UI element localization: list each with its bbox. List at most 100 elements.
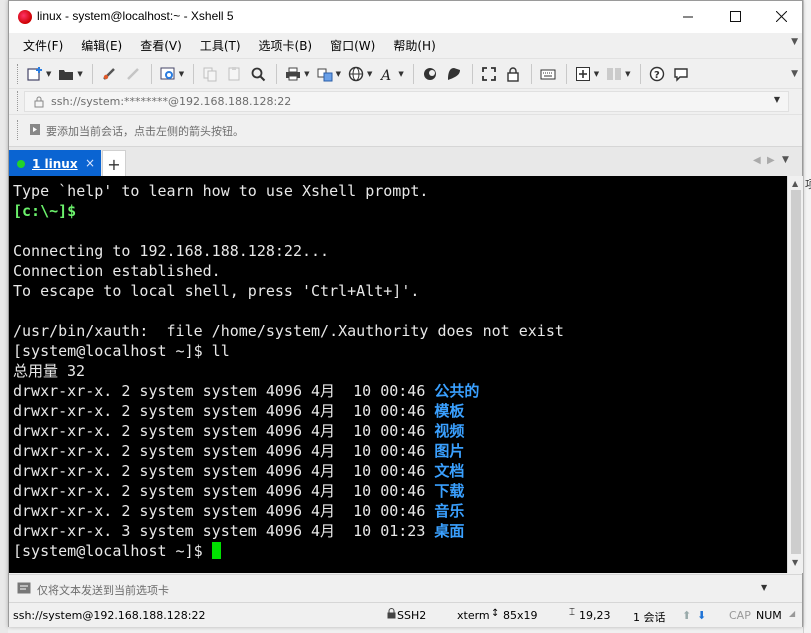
reconnect-button[interactable] [98,63,120,85]
paste-button[interactable] [223,63,245,85]
scrollbar-thumb[interactable] [791,190,801,554]
file-transfer-button[interactable] [314,63,336,85]
copy-button[interactable] [199,63,221,85]
compose-icon[interactable] [17,581,31,595]
resize-grip-icon[interactable]: ◢ [789,609,795,618]
tile-icon [607,67,622,80]
maximize-button[interactable] [712,1,758,31]
new-session-button[interactable] [24,63,46,85]
scroll-down-icon[interactable]: ▼ [792,558,798,567]
chevron-down-icon[interactable]: ▼ [625,70,630,78]
session-tip-text: 要添加当前会话，点击左侧的箭头按钮。 [46,125,244,138]
language-button[interactable] [345,63,367,85]
lock-icon [507,66,519,82]
chevron-down-icon[interactable]: ▼ [304,70,309,78]
tab-list-dropdown-icon[interactable]: ▼ [782,155,789,165]
terminal-line-text: drwxr-xr-x. 2 system system 4096 4月 10 0… [13,482,435,500]
address-text: ssh://system:********@192.168.188.128:22 [51,95,292,108]
chevron-down-icon[interactable]: ▼ [336,70,341,78]
open-session-button[interactable] [55,63,77,85]
menu-edit[interactable]: 编辑(E) [79,35,124,56]
tab-scroll-right-icon[interactable]: ▶ [767,155,775,166]
menu-tools[interactable]: 工具(T) [198,35,243,56]
terminal-scrollbar[interactable]: ▲ ▼ [787,176,803,573]
print-button[interactable] [282,63,304,85]
chevron-down-icon[interactable]: ▼ [594,70,599,78]
address-field[interactable]: ssh://system:********@192.168.188.128:22… [24,91,789,112]
close-window-button[interactable] [758,1,804,31]
fullscreen-icon [481,66,496,81]
new-tab-button[interactable] [572,63,594,85]
toolbar-separator [471,63,473,84]
font-button[interactable]: A [376,63,398,85]
printer-icon [286,67,301,80]
compose-dropdown-icon[interactable]: ▼ [761,583,767,592]
directory-name: 文档 [434,462,465,480]
toolbar: ▼ ▼ ▼ ▼ ▼ ▼ A ▼ ▼ ▼ ? ▼ [9,58,802,88]
background-window-right: 项 [803,0,811,633]
status-caps-lock: CAP [729,609,751,622]
chevron-down-icon[interactable]: ▼ [77,70,82,78]
menu-window[interactable]: 窗口(W) [328,35,377,56]
toolbar-separator [565,63,567,84]
directory-name: 下载 [434,482,465,500]
help-button[interactable]: ? [646,63,668,85]
menu-overflow-icon[interactable]: ▼ [791,37,798,47]
menu-file[interactable]: 文件(F) [21,35,65,56]
terminal-line-text: drwxr-xr-x. 2 system system 4096 4月 10 0… [13,382,435,400]
feedback-button[interactable] [670,63,692,85]
paste-icon [228,66,240,80]
chevron-down-icon[interactable]: ▼ [46,70,51,78]
xshell-app-icon[interactable] [18,10,32,24]
title-bar[interactable]: linux - system@localhost:~ - Xshell 5 [9,1,802,33]
menu-tabs[interactable]: 选项卡(B) [257,35,315,56]
find-button[interactable] [247,63,269,85]
tab-close-icon[interactable]: × [85,156,95,170]
lock-icon [34,96,44,108]
tile-tabs-button[interactable] [603,63,625,85]
toolbar-separator [639,63,641,84]
keyboard-icon [540,69,556,79]
terminal-line: /usr/bin/xauth: file /home/system/.Xauth… [13,321,564,341]
xftp-icon [423,67,436,80]
menu-help[interactable]: 帮助(H) [391,35,437,56]
xftp-button[interactable] [419,63,441,85]
toolbar-grip[interactable] [17,63,20,84]
add-session-arrow-icon[interactable] [29,123,41,136]
svg-text:?: ? [654,70,660,81]
terminal-line-text: drwxr-xr-x. 2 system system 4096 4月 10 0… [13,442,435,460]
terminal-line: Connecting to 192.168.188.128:22... [13,241,564,261]
properties-button[interactable] [157,63,179,85]
chevron-down-icon[interactable]: ▼ [398,70,403,78]
terminal-line-text: [c:\~]$ [13,202,77,220]
terminal-screen[interactable]: Type `help' to learn how to use Xshell p… [9,176,787,573]
lock-button[interactable] [502,63,524,85]
compose-bar[interactable]: 仅将文本发送到当前选项卡 ▼ [9,574,802,601]
toolbar-overflow-icon[interactable]: ▼ [791,69,798,79]
terminal-line: drwxr-xr-x. 2 system system 4096 4月 10 0… [13,381,564,401]
xmanager-button[interactable] [443,63,465,85]
disconnect-button[interactable] [122,63,144,85]
address-bar-grip[interactable] [17,91,20,111]
terminal-line: drwxr-xr-x. 2 system system 4096 4月 10 0… [13,401,564,421]
chevron-down-icon[interactable]: ▼ [179,70,184,78]
tab-linux[interactable]: 1 linux × [9,150,101,178]
window-title: linux - system@localhost:~ - Xshell 5 [37,9,234,23]
add-tab-button[interactable]: + [102,150,126,178]
tab-scroll-left-icon[interactable]: ◀ [753,155,761,166]
toolbar-separator [276,63,278,84]
compose-input[interactable]: 仅将文本发送到当前选项卡 [37,582,169,598]
chevron-down-icon[interactable]: ▼ [367,70,372,78]
tip-bar-grip[interactable] [17,120,20,140]
fullscreen-button[interactable] [478,63,500,85]
menu-bar: 文件(F) 编辑(E) 查看(V) 工具(T) 选项卡(B) 窗口(W) 帮助(… [9,33,802,57]
scroll-up-icon[interactable]: ▲ [792,179,798,188]
keyboard-button[interactable] [537,63,559,85]
minimize-button[interactable] [665,1,711,31]
menu-view[interactable]: 查看(V) [138,35,184,56]
svg-text:A: A [379,68,391,82]
address-dropdown-icon[interactable]: ▼ [774,95,780,104]
terminal-line: drwxr-xr-x. 2 system system 4096 4月 10 0… [13,481,564,501]
